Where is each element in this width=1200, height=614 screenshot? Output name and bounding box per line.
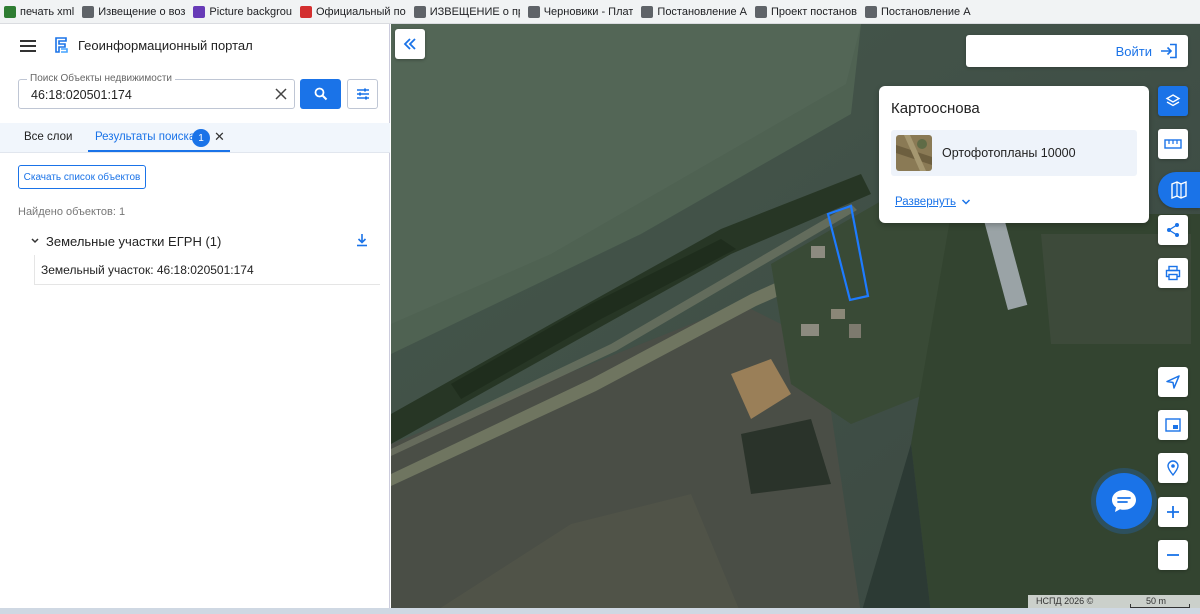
page-title: Геоинформационный портал bbox=[78, 38, 253, 53]
menu-icon[interactable] bbox=[20, 40, 36, 52]
share-button[interactable] bbox=[1158, 215, 1188, 245]
chat-bubble-icon bbox=[1112, 490, 1136, 512]
search-input[interactable] bbox=[31, 86, 261, 104]
zoom-in-button[interactable] bbox=[1158, 497, 1188, 527]
bookmark-item[interactable]: Черновики - Плат bbox=[524, 0, 638, 23]
orthophoto-thumbnail bbox=[896, 135, 932, 171]
bookmark-favicon-icon bbox=[82, 5, 95, 18]
bookmark-label: Проект постанов bbox=[771, 5, 857, 18]
basemap-option-label: Ортофотопланы 10000 bbox=[942, 146, 1076, 160]
minus-icon bbox=[1167, 554, 1179, 556]
zoom-out-button[interactable] bbox=[1158, 540, 1188, 570]
bookmark-item[interactable]: Picture backgrou bbox=[189, 0, 296, 23]
portal-logo-icon bbox=[55, 37, 68, 53]
os-taskbar bbox=[0, 608, 1200, 614]
search-icon bbox=[314, 87, 327, 101]
geolocation-button[interactable] bbox=[1158, 367, 1188, 397]
sidebar-panel: Геоинформационный портал Поиск Объекты н… bbox=[0, 24, 390, 614]
download-icon[interactable] bbox=[355, 232, 369, 248]
minimap-icon bbox=[1165, 418, 1181, 432]
bookmark-item[interactable]: Официальный по bbox=[296, 0, 410, 23]
login-button[interactable]: Войти bbox=[966, 35, 1188, 67]
chevron-down-icon bbox=[31, 238, 39, 244]
picture-in-picture-button[interactable] bbox=[1158, 410, 1188, 440]
clear-icon[interactable] bbox=[272, 85, 290, 103]
bookmark-label: ИЗВЕЩЕНИЕ о пр bbox=[429, 5, 520, 18]
filter-button[interactable] bbox=[347, 79, 378, 109]
layers-button[interactable] bbox=[1158, 86, 1188, 116]
print-button[interactable] bbox=[1158, 258, 1188, 288]
found-count: Найдено объектов: 1 bbox=[18, 206, 126, 218]
result-group-label: Земельные участки ЕГРН (1) bbox=[46, 234, 222, 249]
bookmark-item[interactable]: ИЗВЕЩЕНИЕ о пр bbox=[410, 0, 524, 23]
bookmark-favicon-icon bbox=[755, 5, 768, 18]
bookmark-item[interactable]: Постановление А bbox=[861, 0, 975, 23]
bookmark-item[interactable]: Извещение о воз bbox=[78, 0, 189, 23]
bookmark-favicon-icon bbox=[193, 5, 206, 18]
results-count-badge: 1 bbox=[192, 129, 210, 147]
bookmark-favicon-icon bbox=[4, 5, 16, 18]
basemap-panel: Картооснова Ортофотопланы 10000 Разверну… bbox=[879, 86, 1149, 223]
bookmark-label: Постановление А bbox=[880, 5, 971, 18]
basemap-title: Картооснова bbox=[891, 100, 980, 117]
expand-link[interactable]: Развернуть bbox=[895, 196, 956, 208]
tab-active-indicator bbox=[88, 150, 230, 152]
result-group-header[interactable]: Земельные участки ЕГРН (1) bbox=[30, 232, 380, 252]
map-icon bbox=[1171, 180, 1187, 200]
basemap-option-orthophoto[interactable]: Ортофотопланы 10000 bbox=[891, 130, 1137, 176]
bookmark-label: Официальный по bbox=[315, 5, 406, 18]
collapse-panel-button[interactable] bbox=[395, 29, 425, 59]
bookmark-label: Постановление А bbox=[657, 5, 748, 18]
bookmark-label: Извещение о воз bbox=[98, 5, 186, 18]
bookmark-label: Picture backgrou bbox=[209, 5, 292, 18]
plus-icon bbox=[1167, 506, 1179, 518]
tab-search-results[interactable]: Результаты поиска bbox=[95, 131, 195, 143]
layers-icon bbox=[1165, 94, 1181, 107]
double-chevron-left-icon bbox=[403, 38, 416, 50]
bookmarks-bar: печать xml Извещение о воз Picture backgro… bbox=[0, 0, 1200, 24]
ruler-icon bbox=[1164, 139, 1182, 149]
navigation-arrow-icon bbox=[1166, 375, 1180, 389]
bookmark-label: печать xml bbox=[20, 5, 75, 18]
bookmark-favicon-icon bbox=[527, 5, 540, 18]
panel-header: Геоинформационный портал bbox=[0, 24, 390, 68]
basemap-button[interactable] bbox=[1158, 172, 1200, 208]
close-tab-icon[interactable]: ✕ bbox=[214, 129, 225, 145]
location-pin-icon bbox=[1167, 460, 1179, 476]
search-label: Поиск Объекты недвижимости bbox=[27, 73, 175, 84]
bookmark-item[interactable]: печать xml bbox=[0, 0, 78, 23]
bookmark-favicon-icon bbox=[641, 5, 654, 18]
chevron-down-icon[interactable] bbox=[961, 198, 971, 206]
list-item-label: Земельный участок: 46:18:020501:174 bbox=[41, 263, 254, 277]
measure-button[interactable] bbox=[1158, 129, 1188, 159]
bookmark-item[interactable]: Постановление А bbox=[637, 0, 751, 23]
attribution-text: НСПД 2026 © bbox=[1036, 596, 1094, 606]
login-label: Войти bbox=[1115, 43, 1152, 59]
list-item[interactable]: Земельный участок: 46:18:020501:174 bbox=[34, 255, 380, 285]
filter-icon bbox=[356, 88, 369, 100]
bookmark-item[interactable]: Проект постанов bbox=[751, 0, 861, 23]
location-search-button[interactable] bbox=[1158, 453, 1188, 483]
download-list-button[interactable]: Скачать список объектов bbox=[18, 165, 146, 189]
bookmark-favicon-icon bbox=[413, 5, 426, 18]
bookmark-label: Черновики - Плат bbox=[543, 5, 634, 18]
tab-all-layers[interactable]: Все слои bbox=[24, 131, 72, 143]
bookmark-favicon-icon bbox=[299, 5, 312, 18]
login-icon bbox=[1161, 43, 1177, 59]
search-field[interactable]: Поиск Объекты недвижимости bbox=[18, 73, 295, 109]
search-button[interactable] bbox=[300, 79, 341, 109]
share-icon bbox=[1167, 223, 1179, 237]
chat-button[interactable] bbox=[1096, 473, 1152, 529]
print-icon bbox=[1165, 265, 1181, 281]
bookmark-favicon-icon bbox=[864, 5, 877, 18]
